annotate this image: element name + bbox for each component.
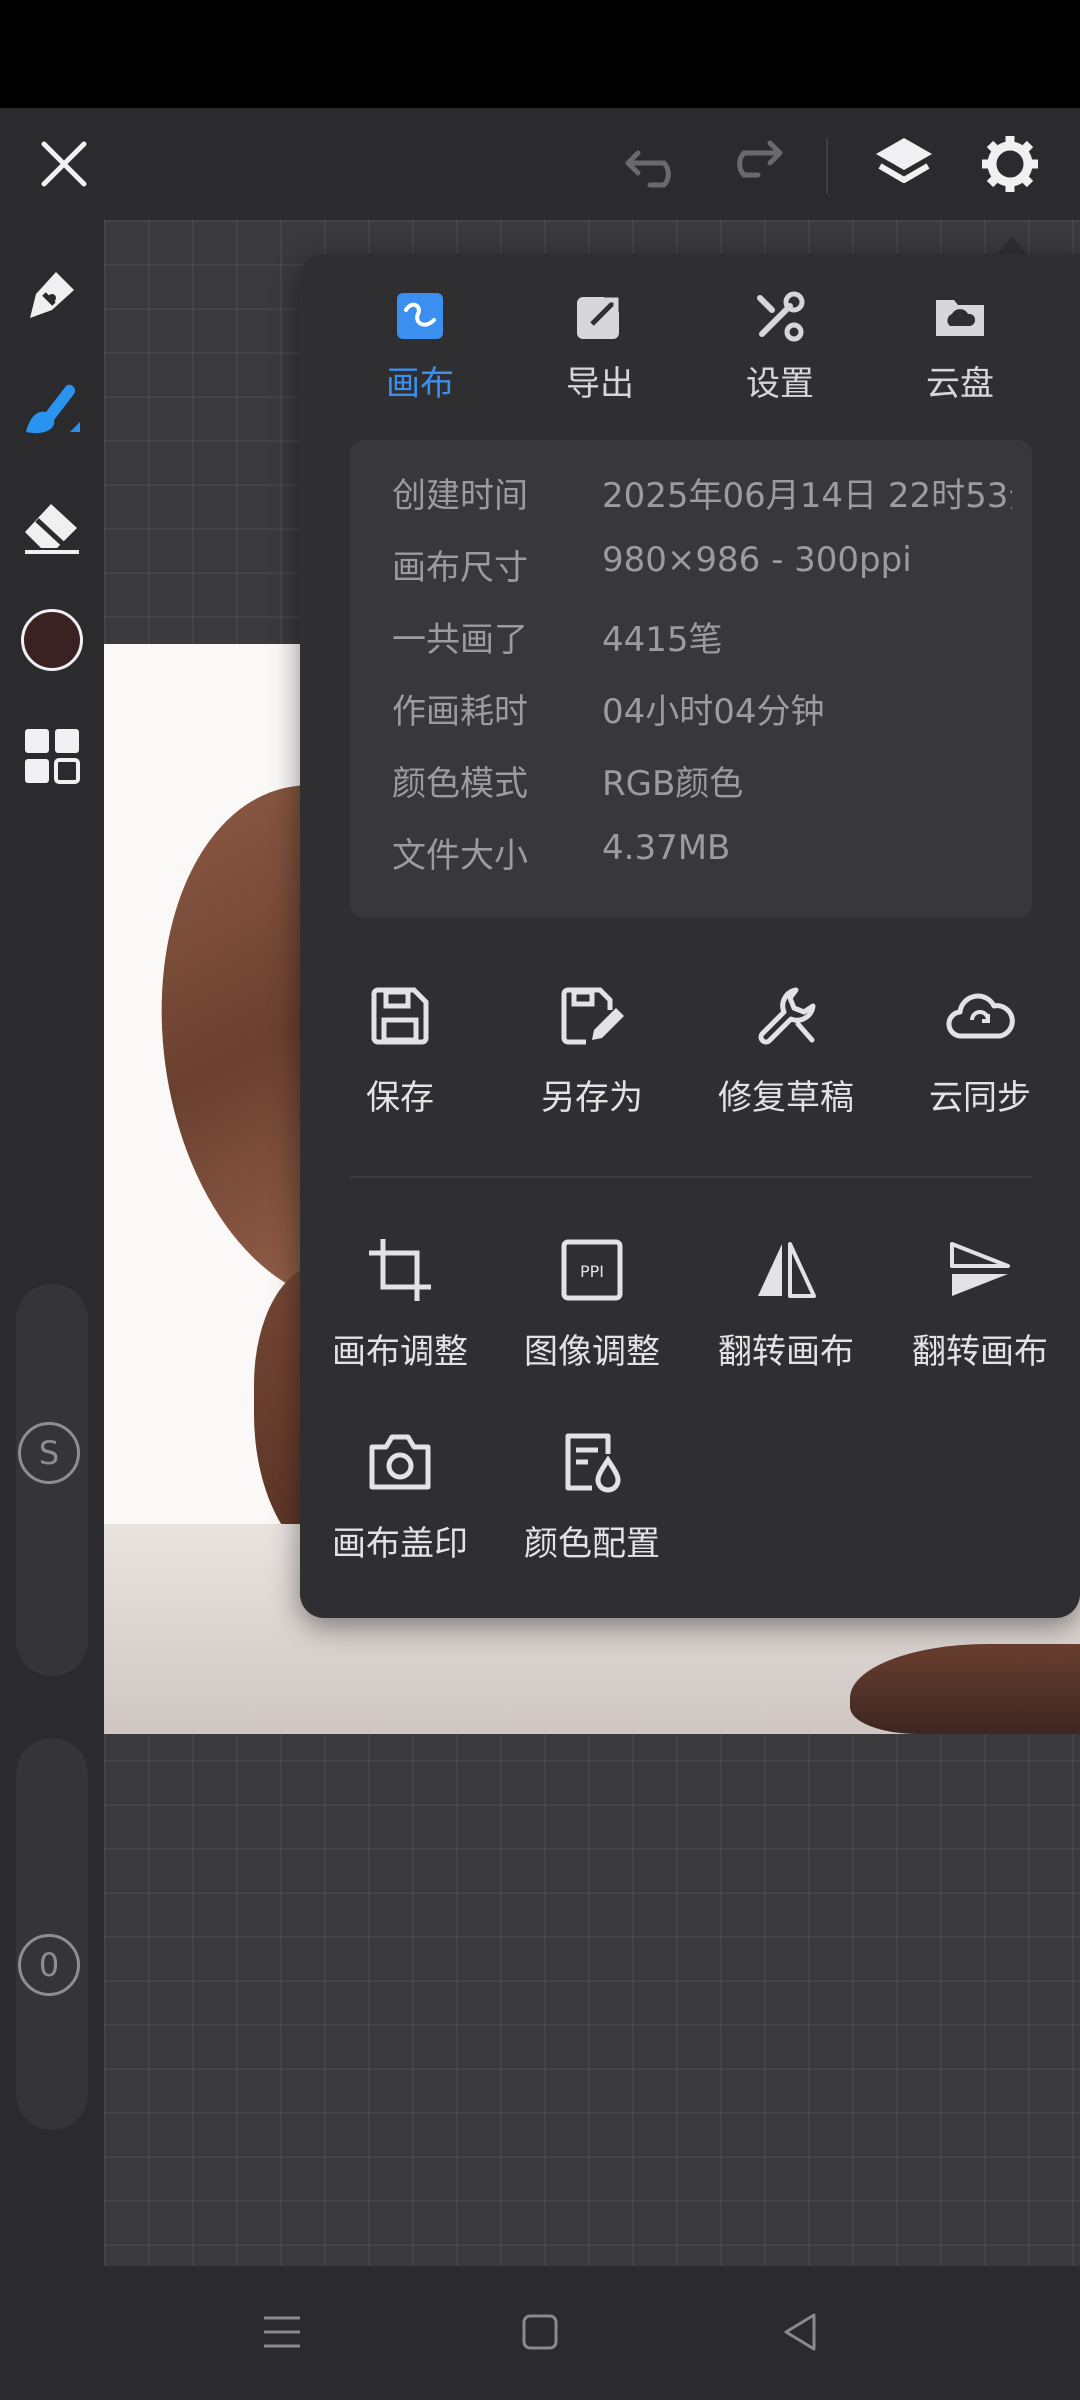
tab-label: 画布 [386, 364, 454, 404]
save-icon [360, 976, 440, 1056]
flip-canvas-vertical-button[interactable]: 翻转画布 [880, 1230, 1080, 1373]
image-adjust-button[interactable]: PPI 图像调整 [492, 1230, 692, 1373]
canvas-stamp-button[interactable]: 画布盖印 [300, 1422, 500, 1565]
tab-label: 导出 [566, 364, 634, 404]
current-color-swatch[interactable] [16, 604, 88, 676]
canvas-menu-popup: 画布 导出 设置 云盘 创建时间 2025年06月14日 22时53分 画布尺寸… [300, 254, 1080, 1618]
close-icon[interactable] [24, 124, 104, 204]
cloud-sync-button[interactable]: 云同步 [880, 976, 1080, 1119]
canvas-icon [388, 284, 452, 348]
flip-vertical-icon [940, 1230, 1020, 1310]
tools-icon [748, 284, 812, 348]
pen-tool-icon[interactable] [16, 258, 88, 330]
info-row-canvas-size: 画布尺寸 980×986 - 300ppi [392, 540, 912, 588]
canvas-adjust-button[interactable]: 画布调整 [300, 1230, 500, 1373]
system-nav-bar [0, 2266, 1080, 2400]
redo-icon[interactable] [712, 124, 792, 204]
cloud-sync-icon [940, 976, 1020, 1056]
export-icon [568, 284, 632, 348]
repair-draft-button[interactable]: 修复草稿 [686, 976, 886, 1119]
home-icon[interactable] [508, 2300, 572, 2364]
info-row-color-mode: 颜色模式 RGB颜色 [392, 764, 744, 804]
divider [350, 1176, 1032, 1178]
brush-size-knob[interactable]: S [18, 1422, 80, 1484]
info-row-created: 创建时间 2025年06月14日 22时53分 [392, 476, 1012, 516]
save-as-icon [552, 976, 632, 1056]
tab-label: 设置 [746, 364, 814, 404]
opacity-slider[interactable]: 0 [16, 1738, 88, 2130]
undo-icon[interactable] [616, 124, 696, 204]
layers-icon[interactable] [864, 124, 944, 204]
tab-settings[interactable]: 设置 [710, 284, 850, 405]
repair-wrench-icon [746, 976, 826, 1056]
tab-export[interactable]: 导出 [530, 284, 670, 405]
color-profile-button[interactable]: 颜色配置 [492, 1422, 692, 1565]
left-toolbar: S 0 [0, 220, 104, 2266]
eraser-tool-icon[interactable] [16, 490, 88, 562]
tab-label: 云盘 [926, 364, 994, 404]
svg-text:PPI: PPI [580, 1262, 604, 1281]
info-row-time-spent: 作画耗时 04小时04分钟 [392, 692, 825, 732]
toolbar-separator [826, 138, 828, 194]
flip-horizontal-icon [746, 1230, 826, 1310]
settings-gear-icon[interactable] [970, 124, 1050, 204]
crop-icon [360, 1230, 440, 1310]
info-row-file-size: 文件大小 4.37MB [392, 828, 731, 876]
ppi-icon: PPI [552, 1230, 632, 1310]
tab-canvas[interactable]: 画布 [350, 284, 490, 405]
info-row-stroke-count: 一共画了 4415笔 [392, 620, 723, 660]
tab-cloud-disk[interactable]: 云盘 [890, 284, 1030, 405]
brush-tool-icon[interactable] [16, 372, 88, 444]
opacity-knob[interactable]: 0 [18, 1934, 80, 1996]
save-button[interactable]: 保存 [300, 976, 500, 1119]
menu-icon[interactable] [250, 2300, 314, 2364]
status-bar [0, 0, 1080, 108]
gallery-grid-icon[interactable] [16, 720, 88, 792]
cloud-disk-icon [928, 284, 992, 348]
brush-size-slider[interactable]: S [16, 1284, 88, 1676]
save-as-button[interactable]: 另存为 [492, 976, 692, 1119]
camera-stamp-icon [360, 1422, 440, 1502]
popup-caret [998, 236, 1026, 254]
top-bar [0, 108, 1080, 220]
flip-canvas-horizontal-button[interactable]: 翻转画布 [686, 1230, 886, 1373]
canvas-info-panel: 创建时间 2025年06月14日 22时53分 画布尺寸 980×986 - 3… [350, 440, 1032, 918]
color-profile-icon [552, 1422, 632, 1502]
back-icon[interactable] [768, 2300, 832, 2364]
